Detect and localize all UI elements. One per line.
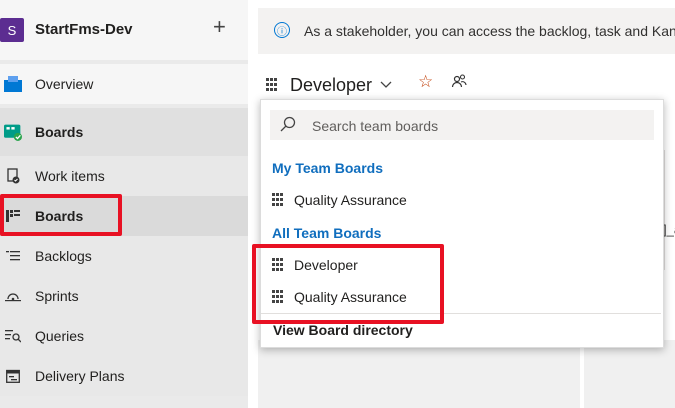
info-icon: ⓘ	[274, 22, 290, 38]
sprints-icon	[4, 287, 22, 305]
sidebar-item-work-items[interactable]: Work items	[0, 156, 248, 196]
sidebar-item-delivery-plans[interactable]: Delivery Plans	[0, 356, 248, 396]
sidebar-item-backlogs[interactable]: Backlogs	[0, 236, 248, 276]
info-message: As a stakeholder, you can access the bac…	[304, 23, 675, 39]
board-column-edge	[664, 150, 675, 270]
highlight-all-team-boards	[252, 244, 444, 324]
board-selector[interactable]: Developer	[266, 72, 392, 98]
work-items-icon	[4, 167, 22, 185]
sidebar-item-sprints[interactable]: Sprints	[0, 276, 248, 316]
sidebar-item-queries[interactable]: Queries	[0, 316, 248, 356]
info-bar: ⓘ As a stakeholder, you can access the b…	[258, 8, 675, 54]
chevron-down-icon[interactable]	[380, 78, 392, 92]
sidebar-item-label: Overview	[35, 76, 94, 92]
all-team-boards-heading: All Team Boards	[272, 225, 382, 241]
sidebar-item-label: Boards	[35, 124, 84, 140]
view-board-directory-link[interactable]: View Board directory	[273, 322, 413, 338]
delivery-plans-icon	[4, 367, 22, 385]
highlight-boards-nav	[0, 194, 122, 236]
team-members-icon[interactable]	[451, 73, 467, 92]
board-title[interactable]: Developer	[290, 75, 372, 96]
search-icon	[280, 116, 296, 135]
board-icon	[272, 193, 286, 207]
board-option-label: Quality Assurance	[294, 192, 407, 208]
search-box[interactable]	[270, 110, 654, 140]
sidebar-item-label: Sprints	[35, 288, 79, 304]
boards-hub-icon	[4, 123, 22, 141]
search-input[interactable]	[310, 114, 644, 138]
sidebar-item-label: Delivery Plans	[35, 368, 125, 384]
background-text-fragment: ]_a	[663, 222, 675, 237]
favorite-star-icon[interactable]: ☆	[418, 72, 433, 92]
my-team-boards-heading: My Team Boards	[272, 160, 383, 176]
project-avatar[interactable]: S	[0, 18, 24, 42]
queries-icon	[4, 327, 22, 345]
sidebar-item-label: Backlogs	[35, 248, 92, 264]
sidebar-item-overview[interactable]: Overview	[0, 64, 248, 104]
backlogs-icon	[4, 247, 22, 265]
board-icon	[266, 78, 280, 92]
sidebar-item-label: Queries	[35, 328, 85, 344]
project-name[interactable]: StartFms-Dev	[35, 21, 133, 38]
board-column-background	[584, 340, 675, 408]
board-option-quality-assurance-mine[interactable]: Quality Assurance	[261, 185, 661, 215]
add-icon[interactable]: +	[213, 14, 226, 40]
board-column-background	[258, 340, 580, 408]
overview-icon	[4, 75, 22, 93]
sidebar-item-boards-hub[interactable]: Boards	[0, 108, 248, 156]
sidebar-item-label: Work items	[35, 168, 105, 184]
project-header: S StartFms-Dev +	[0, 0, 248, 60]
